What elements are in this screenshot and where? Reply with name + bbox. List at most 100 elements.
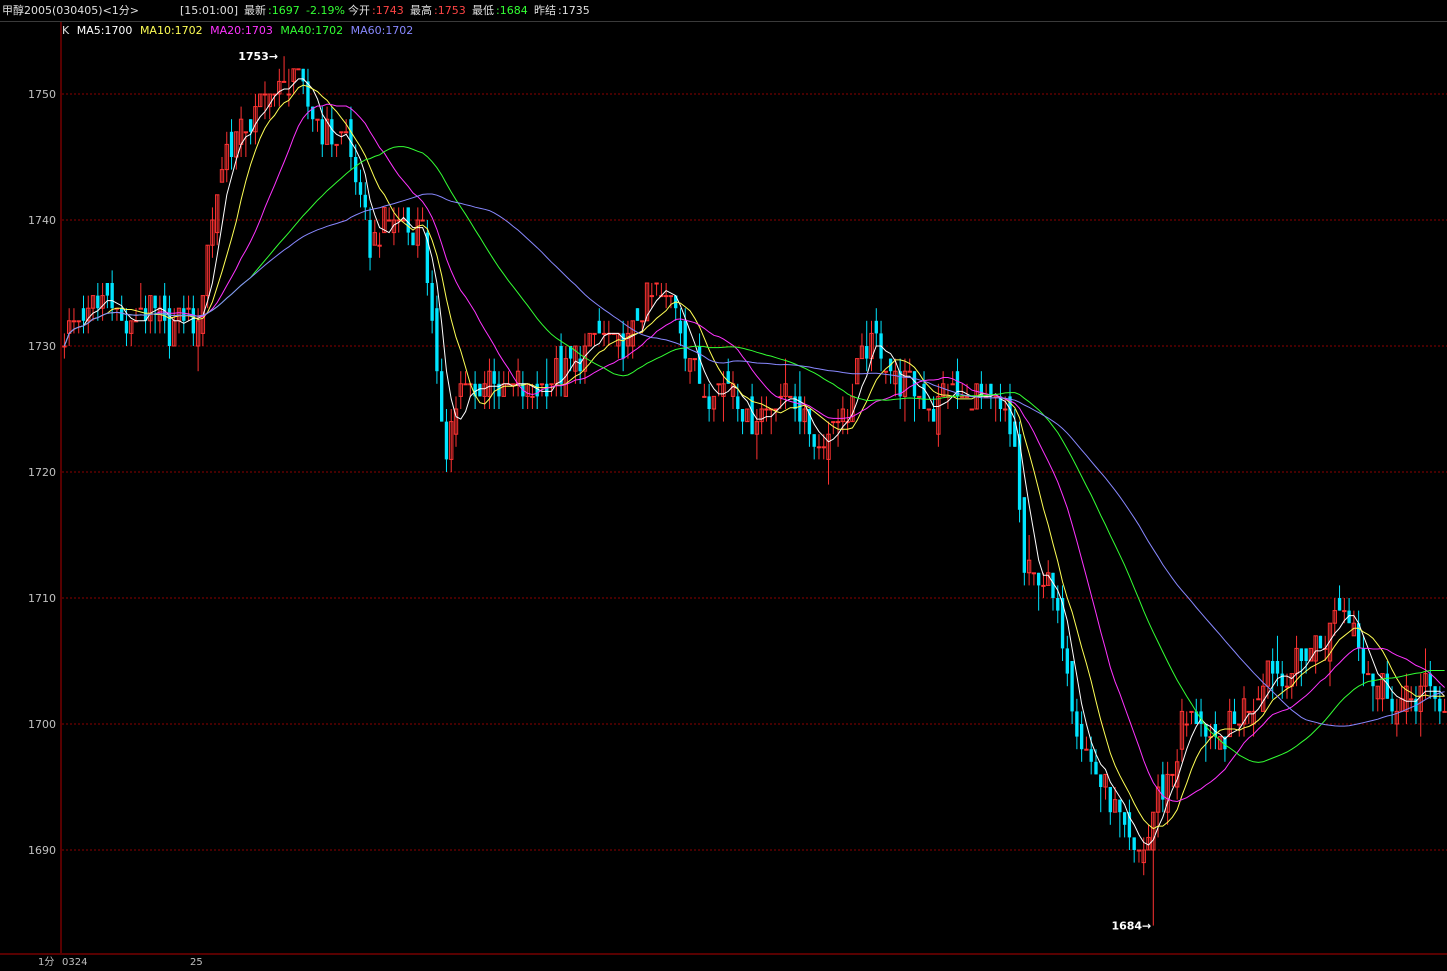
candle-body <box>1060 598 1065 649</box>
candle-body <box>1442 710 1447 713</box>
candle-body <box>492 371 496 384</box>
candle-body <box>597 320 601 334</box>
candle-body <box>663 295 669 298</box>
candle-body <box>349 119 353 157</box>
candle-body <box>1271 661 1275 674</box>
candle-body <box>110 283 114 309</box>
candle-body <box>1022 497 1027 573</box>
candle-body <box>1017 434 1022 510</box>
candle-body <box>640 320 645 323</box>
candle-body <box>435 308 439 372</box>
candle-body <box>511 383 516 386</box>
y-tick-label: 1750 <box>28 88 56 101</box>
candle-body <box>71 320 77 323</box>
candle-body <box>81 308 86 321</box>
candle-body <box>386 219 392 222</box>
candle-body <box>874 320 878 334</box>
max-price-annotation: 1753→ <box>238 50 278 63</box>
candle-body <box>683 320 687 359</box>
candle-body <box>545 383 549 397</box>
candle-body <box>917 395 922 398</box>
candle-body <box>716 383 721 386</box>
candle-body <box>539 383 545 386</box>
candle-body <box>601 332 607 335</box>
y-tick-label: 1740 <box>28 214 56 227</box>
ma-legend: K MA5:1700 MA10:1702 MA20:1703 MA40:1702… <box>62 23 417 39</box>
candle-body <box>654 282 659 285</box>
candle-body <box>286 93 292 96</box>
kline-legend-label: K <box>62 24 70 37</box>
candle-body <box>1232 711 1237 724</box>
candle-body <box>406 207 410 233</box>
candle-body <box>1094 761 1098 775</box>
candle-body <box>1136 849 1142 852</box>
candle-body <box>907 370 912 373</box>
candle-body <box>778 395 783 398</box>
candle-body <box>798 396 802 422</box>
candle-body <box>668 295 674 298</box>
candle-body <box>592 332 597 335</box>
candle-body <box>865 346 869 359</box>
candle-body <box>1189 710 1194 713</box>
ma-line-ma20 <box>63 103 1445 803</box>
candle-body <box>807 409 812 435</box>
date-tick-0324: 0324 <box>62 957 88 968</box>
candle-body <box>1079 724 1084 750</box>
ma-line-ma40 <box>63 146 1445 763</box>
candle-body <box>740 409 745 422</box>
candle-body <box>96 295 100 309</box>
candle-body <box>334 143 339 146</box>
candle-body <box>788 395 793 398</box>
candle-body <box>1390 698 1394 712</box>
candle-body <box>1056 598 1060 611</box>
candle-body <box>120 308 124 321</box>
candle-body <box>401 219 406 222</box>
candle-body <box>578 358 582 372</box>
candle-body <box>330 119 334 145</box>
candle-body <box>1118 799 1122 813</box>
candle-body <box>296 68 301 71</box>
candle-body <box>1275 661 1280 674</box>
candle-body <box>62 345 67 348</box>
candle-body <box>931 409 936 422</box>
y-tick-label: 1730 <box>28 340 56 353</box>
y-tick-label: 1700 <box>28 718 56 731</box>
candle-body <box>950 383 955 386</box>
ma5-legend: MA5:1700 <box>76 24 133 37</box>
candle-body <box>243 131 249 134</box>
candle-body <box>1366 673 1371 676</box>
candle-body <box>1065 648 1069 674</box>
candle-body <box>821 446 826 449</box>
period-label: 1分 <box>38 957 55 968</box>
candle-body <box>1409 698 1414 701</box>
candle-body <box>262 93 268 96</box>
candle-body <box>1036 572 1041 586</box>
candle-body <box>420 219 425 222</box>
candle-body <box>835 421 841 424</box>
candle-body <box>1108 787 1112 813</box>
candle-body <box>1184 723 1189 726</box>
candle-body <box>812 434 816 447</box>
ma-line-ma10 <box>63 84 1445 830</box>
min-price-annotation: 1684→ <box>1111 920 1151 933</box>
candle-body <box>926 408 931 411</box>
candle-body <box>816 446 822 449</box>
kline-chart[interactable]: 1690 1700 1710 1720 1730 1740 1750 1753→ 1684→ <box>0 0 1447 971</box>
candle-body <box>1089 749 1093 762</box>
candle-body <box>320 119 324 145</box>
candle-body <box>1256 698 1261 701</box>
candle-body <box>960 395 965 398</box>
candle-body <box>430 283 434 321</box>
candle-body <box>363 194 367 208</box>
candle-body <box>153 295 157 309</box>
candle-body <box>1237 723 1242 726</box>
candle-body <box>358 182 363 195</box>
candle-body <box>635 308 640 321</box>
candle-body <box>692 358 697 361</box>
candle-body <box>1361 648 1366 674</box>
candle-body <box>440 371 444 422</box>
candle-body <box>1428 673 1432 687</box>
candle-body <box>191 308 196 334</box>
candle-body <box>559 346 563 384</box>
time-axis: 1分 0324 25 <box>0 955 1447 971</box>
